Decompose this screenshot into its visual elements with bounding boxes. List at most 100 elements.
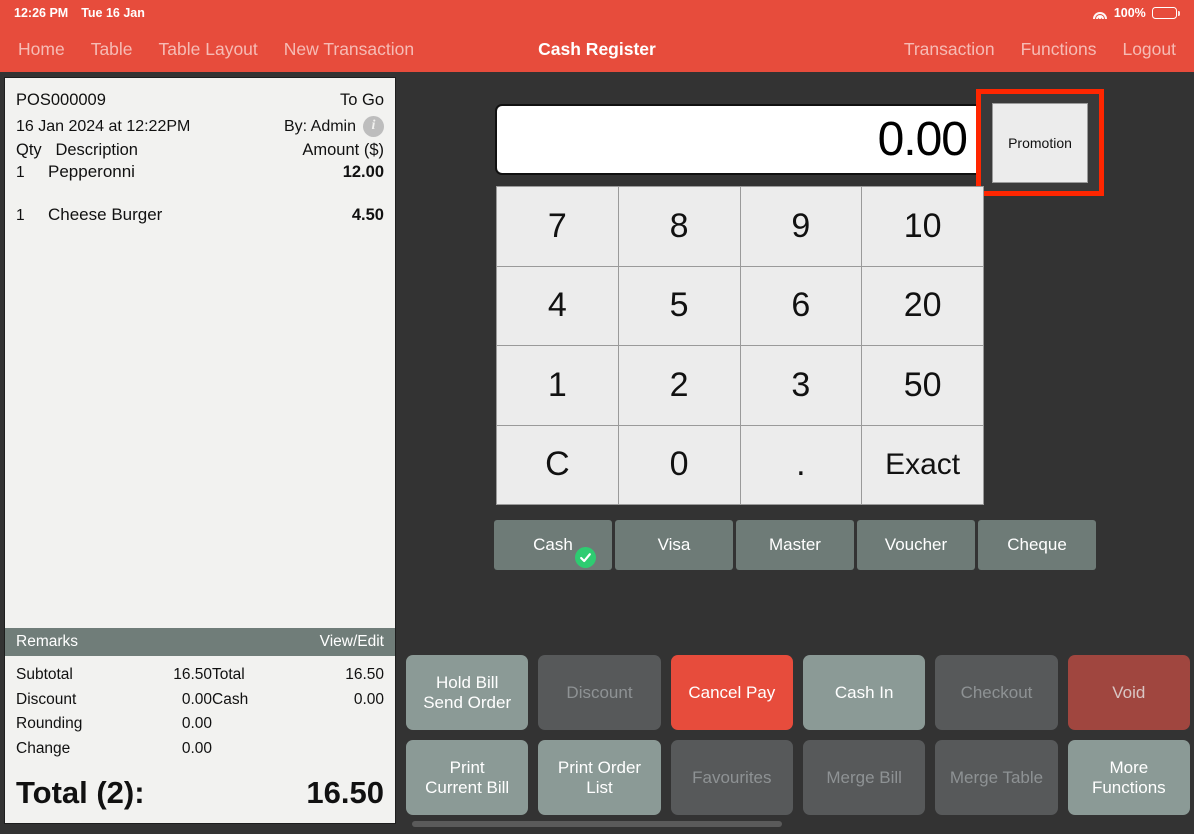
total-row-change: Change 0.00: [16, 737, 212, 761]
action-button-grid: Hold Bill Send Order Discount Cancel Pay …: [406, 655, 1190, 815]
battery-icon: [1151, 7, 1180, 19]
totals-section: Subtotal 16.50 Discount 0.00 Rounding 0.…: [5, 656, 395, 761]
pos-app-window: 12:26 PM Tue 16 Jan 100% Home Table Tabl…: [0, 0, 1194, 834]
order-datetime: 16 Jan 2024 at 12:22PM: [16, 117, 191, 135]
key-quick-20[interactable]: 20: [862, 266, 983, 345]
total-row-cash: Cash 0.00: [212, 688, 384, 712]
cancel-pay-button[interactable]: Cancel Pay: [670, 655, 793, 730]
key-quick-50[interactable]: 50: [862, 346, 983, 425]
promotion-button[interactable]: Promotion: [992, 102, 1088, 183]
key-8[interactable]: 8: [618, 187, 740, 266]
info-icon[interactable]: i: [363, 116, 384, 138]
total-value: 0.00: [181, 715, 212, 733]
status-bar: 12:26 PM Tue 16 Jan 100%: [0, 0, 1194, 26]
item-description: Cheese Burger: [48, 204, 163, 224]
key-exact[interactable]: Exact: [862, 425, 983, 504]
receipt-panel: POS000009 To Go 16 Jan 2024 at 12:22PM B…: [5, 78, 395, 823]
nav-item-transaction[interactable]: Transaction: [904, 39, 995, 60]
key-1[interactable]: 1: [497, 346, 618, 425]
payment-method-label: Master: [769, 535, 821, 554]
receipt-column-headers: Qty Description Amount ($): [16, 140, 384, 162]
total-label: Change: [16, 739, 71, 757]
promotion-highlight-box: Promotion: [976, 89, 1104, 196]
total-label: Total: [212, 666, 245, 684]
hold-bill-send-order-button[interactable]: Hold Bill Send Order: [406, 655, 529, 730]
more-functions-button[interactable]: More Functions: [1067, 740, 1190, 815]
total-value: 0.00: [353, 690, 384, 708]
total-label: Rounding: [16, 715, 83, 733]
key-4[interactable]: 4: [497, 266, 618, 345]
key-9[interactable]: 9: [740, 187, 862, 266]
payment-method-bar: Cash Visa Master Voucher Cheque: [494, 520, 1096, 570]
total-label: Subtotal: [16, 666, 73, 684]
payment-method-cheque[interactable]: Cheque: [978, 520, 1096, 570]
payment-method-label: Visa: [657, 535, 691, 554]
amount-value: 0.00: [877, 113, 968, 166]
cashier-label: By: Admin: [283, 117, 356, 135]
receipt-header-row-meta: 16 Jan 2024 at 12:22PM By: Admin i: [16, 114, 384, 140]
grand-total-label: Total (2):: [16, 775, 145, 810]
total-value: 0.00: [181, 739, 212, 757]
status-time: 12:26 PM: [14, 6, 69, 20]
key-decimal-point[interactable]: .: [740, 425, 862, 504]
key-2[interactable]: 2: [618, 346, 740, 425]
home-indicator[interactable]: [412, 821, 782, 827]
nav-item-new-transaction[interactable]: New Transaction: [284, 39, 414, 60]
remarks-view-edit-button[interactable]: View/Edit: [320, 633, 384, 651]
grand-total-row: Total (2): 16.50: [5, 761, 395, 823]
totals-column-left: Subtotal 16.50 Discount 0.00 Rounding 0.…: [16, 663, 212, 761]
cash-in-button[interactable]: Cash In: [803, 655, 926, 730]
nav-item-logout[interactable]: Logout: [1122, 39, 1176, 60]
favourites-button: Favourites: [670, 740, 793, 815]
merge-table-button: Merge Table: [935, 740, 1058, 815]
remarks-bar[interactable]: Remarks View/Edit: [5, 628, 395, 657]
receipt-item-list: 1 Pepperonni 12.00 1 Cheese Burger 4.50: [5, 162, 395, 628]
nav-item-table[interactable]: Table: [91, 39, 133, 60]
key-7[interactable]: 7: [497, 187, 618, 266]
print-current-bill-button[interactable]: Print Current Bill: [406, 740, 529, 815]
total-label: Discount: [16, 690, 77, 708]
column-header-amount: Amount ($): [302, 140, 384, 159]
payment-method-visa[interactable]: Visa: [615, 520, 733, 570]
receipt-item-row[interactable]: 1 Pepperonni 12.00: [16, 162, 384, 182]
receipt-item-row[interactable]: 1 Cheese Burger 4.50: [16, 205, 384, 225]
payment-method-cash[interactable]: Cash: [494, 520, 612, 570]
remarks-label: Remarks: [16, 633, 79, 651]
nav-item-home[interactable]: Home: [18, 39, 65, 60]
total-row-rounding: Rounding 0.00: [16, 712, 212, 736]
total-value: 16.50: [173, 666, 212, 684]
payment-method-master[interactable]: Master: [736, 520, 854, 570]
order-number: POS000009: [16, 91, 106, 109]
payment-method-voucher[interactable]: Voucher: [857, 520, 975, 570]
void-button[interactable]: Void: [1067, 655, 1190, 730]
total-row-discount: Discount 0.00: [16, 688, 212, 712]
status-date: Tue 16 Jan: [81, 6, 145, 20]
column-header-qty-description: Qty Description: [16, 141, 138, 160]
key-6[interactable]: 6: [740, 266, 862, 345]
receipt-header: POS000009 To Go 16 Jan 2024 at 12:22PM B…: [5, 78, 395, 162]
nav-item-table-layout[interactable]: Table Layout: [159, 39, 258, 60]
print-order-list-button[interactable]: Print Order List: [538, 740, 661, 815]
order-type: To Go: [339, 91, 384, 109]
key-5[interactable]: 5: [618, 266, 740, 345]
column-header-description: Description: [55, 140, 138, 159]
status-bar-right: 100%: [1093, 6, 1180, 20]
payment-method-label: Voucher: [884, 535, 948, 554]
numeric-keypad: 7 8 9 10 4 5 6 20 1 2 3 50 C 0 . Exact: [496, 186, 984, 505]
merge-bill-button: Merge Bill: [803, 740, 926, 815]
key-0[interactable]: 0: [618, 425, 740, 504]
nav-left-group: Home Table Table Layout New Transaction: [18, 39, 414, 60]
key-3[interactable]: 3: [740, 346, 862, 425]
nav-right-group: Transaction Functions Logout: [904, 39, 1176, 60]
nav-item-functions[interactable]: Functions: [1021, 39, 1097, 60]
item-amount: 12.00: [342, 162, 384, 181]
key-quick-10[interactable]: 10: [862, 187, 983, 266]
key-clear[interactable]: C: [497, 425, 618, 504]
amount-display[interactable]: 0.00: [495, 104, 985, 175]
item-qty: 1: [16, 163, 25, 181]
checkout-button: Checkout: [935, 655, 1058, 730]
item-qty: 1: [16, 206, 25, 224]
navigation-bar: Home Table Table Layout New Transaction …: [0, 26, 1194, 72]
battery-percent-label: 100%: [1113, 6, 1146, 20]
item-amount: 4.50: [351, 205, 384, 224]
